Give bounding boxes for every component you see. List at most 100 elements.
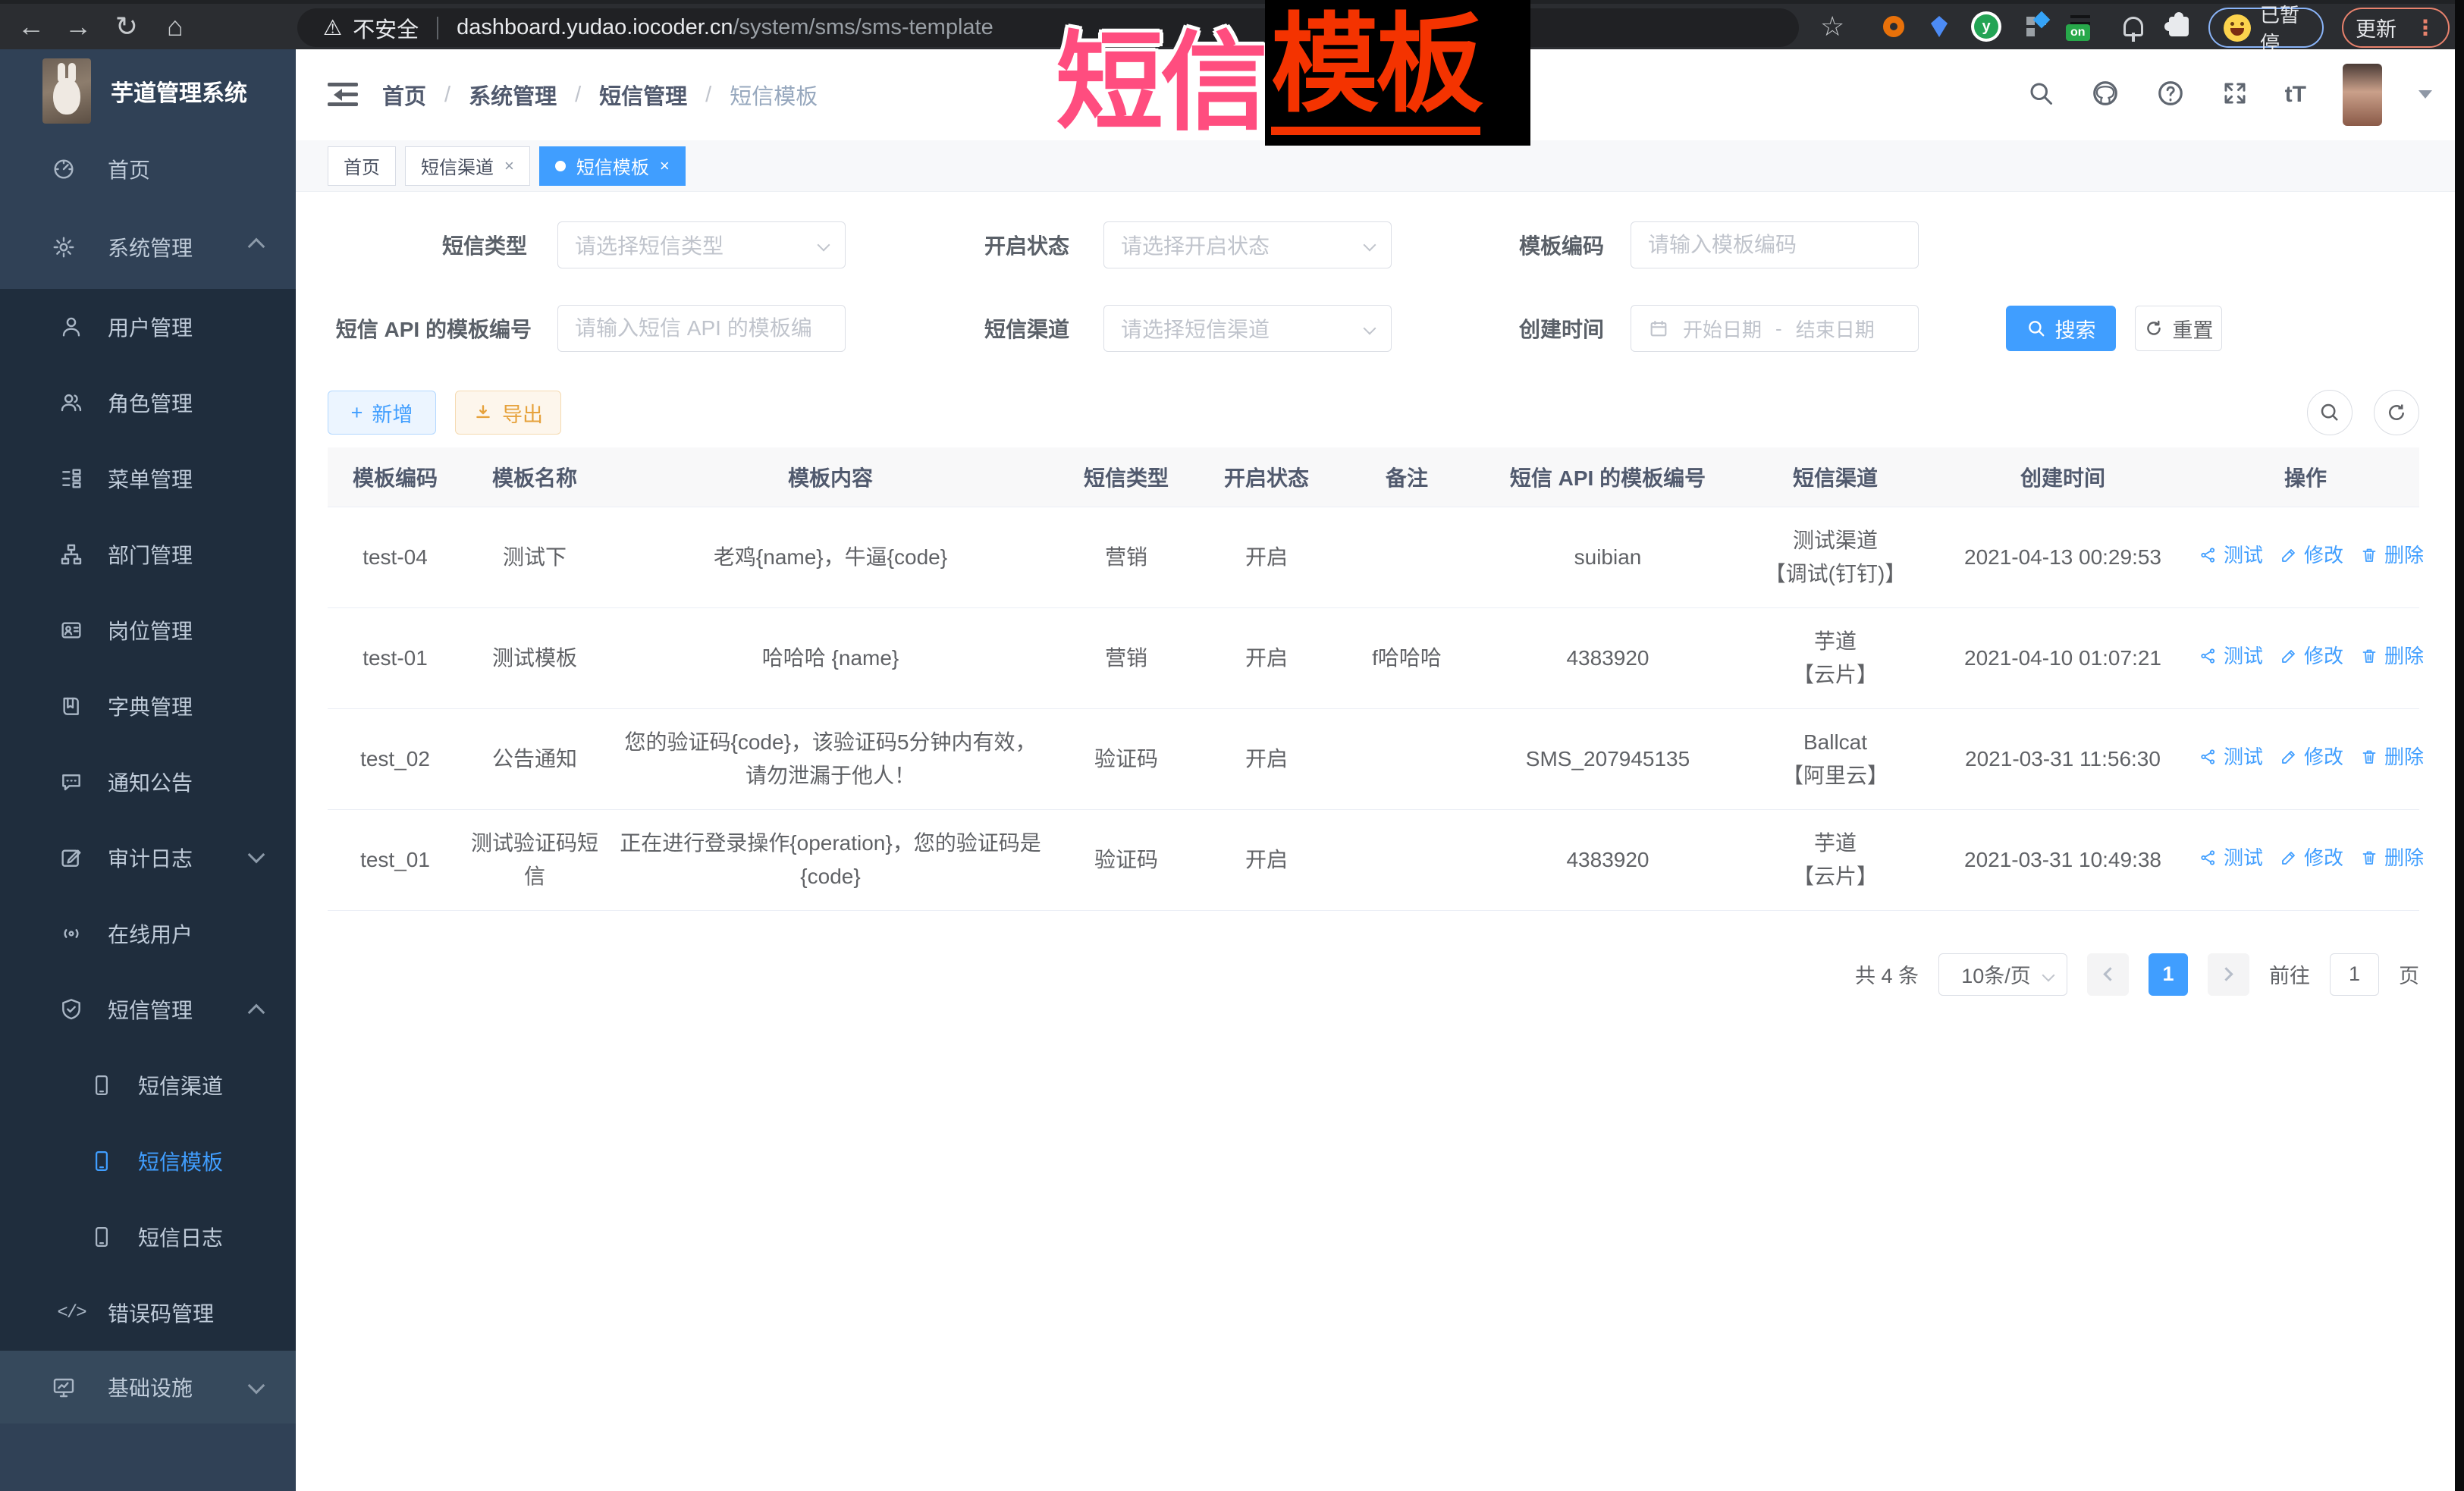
- next-page-button[interactable]: [2208, 953, 2249, 996]
- breadcrumb-sms[interactable]: 短信管理: [599, 79, 687, 111]
- goto-page-input[interactable]: [2330, 953, 2379, 996]
- template-code-field[interactable]: [1631, 221, 1919, 268]
- delete-link[interactable]: 删除: [2360, 843, 2424, 873]
- cell-status: 开启: [1198, 809, 1335, 910]
- filter-row-1: 短信类型 请选择短信类型 开启状态 请选择开启状态 模板编码: [328, 221, 2455, 268]
- breadcrumb-system[interactable]: 系统管理: [469, 79, 557, 111]
- url-bar[interactable]: ⚠ 不安全 dashboard.yudao.iocoder.cn/system/…: [297, 8, 1799, 47]
- sidebar-item-sms-channel[interactable]: 短信渠道: [0, 1047, 296, 1123]
- sidebar-item-posts[interactable]: 岗位管理: [0, 592, 296, 668]
- template-code-input[interactable]: [1648, 222, 1901, 268]
- bookmark-star-icon[interactable]: ☆: [1820, 4, 1844, 49]
- sidebar-item-announcements[interactable]: 通知公告: [0, 744, 296, 820]
- add-button[interactable]: + 新增: [328, 391, 436, 435]
- header-search-icon[interactable]: [2027, 80, 2054, 111]
- sidebar-item-roles[interactable]: 角色管理: [0, 365, 296, 441]
- delete-link[interactable]: 删除: [2360, 540, 2424, 570]
- hide-search-button[interactable]: [2307, 390, 2353, 435]
- extension-grid-icon[interactable]: [2019, 4, 2054, 49]
- fullscreen-icon[interactable]: [2221, 80, 2249, 111]
- extension-key-icon[interactable]: [2116, 4, 2151, 49]
- browser-menu-icon[interactable]: ⋮: [2415, 15, 2436, 40]
- sidebar-item-home[interactable]: 首页: [0, 133, 296, 206]
- refresh-table-button[interactable]: [2374, 390, 2419, 435]
- delete-link[interactable]: 删除: [2360, 742, 2424, 772]
- extension-list-on-icon[interactable]: on: [2064, 4, 2099, 49]
- sms-type-select[interactable]: 请选择短信类型: [557, 221, 846, 268]
- not-secure-label: 不安全: [353, 12, 419, 44]
- sidebar-item-users[interactable]: 用户管理: [0, 289, 296, 365]
- browser-update-button[interactable]: 更新 ⋮: [2342, 8, 2450, 48]
- edit-link[interactable]: 修改: [2280, 641, 2343, 671]
- tag-sms-channel[interactable]: 短信渠道×: [405, 146, 530, 186]
- shield-check-icon: [58, 997, 85, 1022]
- channel-select[interactable]: 请选择短信渠道: [1103, 305, 1392, 352]
- create-time-range-picker[interactable]: 开始日期 - 结束日期: [1631, 305, 1919, 352]
- sidebar-item-audit-log[interactable]: 审计日志: [0, 820, 296, 896]
- sidebar-item-sms-template[interactable]: 短信模板: [0, 1123, 296, 1199]
- api-template-input[interactable]: [575, 306, 828, 351]
- sidebar-item-online-users[interactable]: 在线用户: [0, 896, 296, 972]
- cell-code: test_01: [328, 809, 463, 910]
- export-button[interactable]: 导出: [455, 391, 561, 435]
- test-link[interactable]: 测试: [2199, 843, 2263, 873]
- extension-gem-icon[interactable]: [1922, 4, 1957, 49]
- col-name: 模板名称: [463, 447, 607, 507]
- table-row: test_02 公告通知 您的验证码{code}，该验证码5分钟内有效，请勿泄漏…: [328, 708, 2419, 809]
- close-icon[interactable]: ×: [660, 158, 670, 174]
- github-icon[interactable]: [2091, 79, 2120, 111]
- prev-page-button[interactable]: [2087, 953, 2129, 996]
- sidebar-item-sms-log[interactable]: 短信日志: [0, 1199, 296, 1275]
- refresh-icon: [2144, 319, 2164, 338]
- gear-icon: [50, 235, 77, 259]
- reset-button-label: 重置: [2173, 314, 2214, 344]
- sidebar-item-error-codes[interactable]: </> 错误码管理: [0, 1275, 296, 1351]
- edit-icon: [2280, 748, 2298, 766]
- test-link[interactable]: 测试: [2199, 742, 2263, 772]
- text-size-icon[interactable]: tT: [2285, 82, 2306, 108]
- edit-link[interactable]: 修改: [2280, 843, 2343, 873]
- breadcrumb-home[interactable]: 首页: [382, 79, 426, 111]
- page-size-select[interactable]: 10条/页: [1938, 953, 2067, 996]
- sidebar-item-infrastructure[interactable]: 基础设施: [0, 1351, 296, 1424]
- forward-icon[interactable]: →: [58, 4, 99, 49]
- help-icon[interactable]: [2156, 79, 2185, 111]
- back-icon[interactable]: ←: [11, 4, 52, 49]
- reset-button[interactable]: 重置: [2135, 306, 2222, 351]
- current-page-button[interactable]: 1: [2149, 953, 2188, 996]
- sidebar-item-sms-management[interactable]: 短信管理: [0, 972, 296, 1047]
- status-select[interactable]: 请选择开启状态: [1103, 221, 1392, 268]
- edit-link[interactable]: 修改: [2280, 540, 2343, 570]
- sidebar-item-departments[interactable]: 部门管理: [0, 516, 296, 592]
- edit-link[interactable]: 修改: [2280, 742, 2343, 772]
- tag-home[interactable]: 首页: [328, 146, 396, 186]
- cell-api-id: 4383920: [1479, 809, 1737, 910]
- user-avatar[interactable]: [2343, 64, 2382, 126]
- reload-icon[interactable]: ↻: [106, 4, 147, 49]
- delete-link[interactable]: 删除: [2360, 641, 2424, 671]
- test-link[interactable]: 测试: [2199, 540, 2263, 570]
- test-link[interactable]: 测试: [2199, 641, 2263, 671]
- sidebar-item-dictionary[interactable]: 字典管理: [0, 668, 296, 744]
- select-placeholder: 请选择短信类型: [575, 230, 724, 260]
- extension-green-icon[interactable]: y: [1969, 4, 2004, 49]
- search-button[interactable]: 搜索: [2006, 306, 2116, 351]
- avatar-dropdown-caret-icon[interactable]: [2418, 90, 2432, 105]
- close-icon[interactable]: ×: [504, 158, 514, 174]
- tag-sms-template[interactable]: 短信模板×: [539, 146, 686, 186]
- sidebar-collapse-icon[interactable]: [328, 83, 358, 107]
- sidebar-item-menus[interactable]: 菜单管理: [0, 441, 296, 516]
- ime-overlay: 短信 模板: [1056, 0, 1530, 146]
- id-badge-icon: [58, 618, 85, 642]
- home-icon[interactable]: ⌂: [155, 4, 196, 49]
- breadcrumb-separator: /: [705, 83, 711, 108]
- extensions-puzzle-icon[interactable]: [2161, 4, 2196, 49]
- sidebar-item-label: 部门管理: [108, 539, 193, 570]
- api-template-field[interactable]: [557, 305, 846, 352]
- extension-orange-icon[interactable]: [1876, 4, 1911, 49]
- browser-profile-button[interactable]: 已暂停: [2208, 8, 2324, 48]
- filter-row-2: 短信 API 的模板编号 短信渠道 请选择短信渠道 创建时间 开始日期 - 结束…: [328, 305, 2455, 352]
- col-status: 开启状态: [1198, 447, 1335, 507]
- table-row: test-01 测试模板 哈哈哈 {name} 营销 开启 f哈哈哈 43839…: [328, 607, 2419, 708]
- sidebar-item-system[interactable]: 系统管理: [0, 206, 296, 289]
